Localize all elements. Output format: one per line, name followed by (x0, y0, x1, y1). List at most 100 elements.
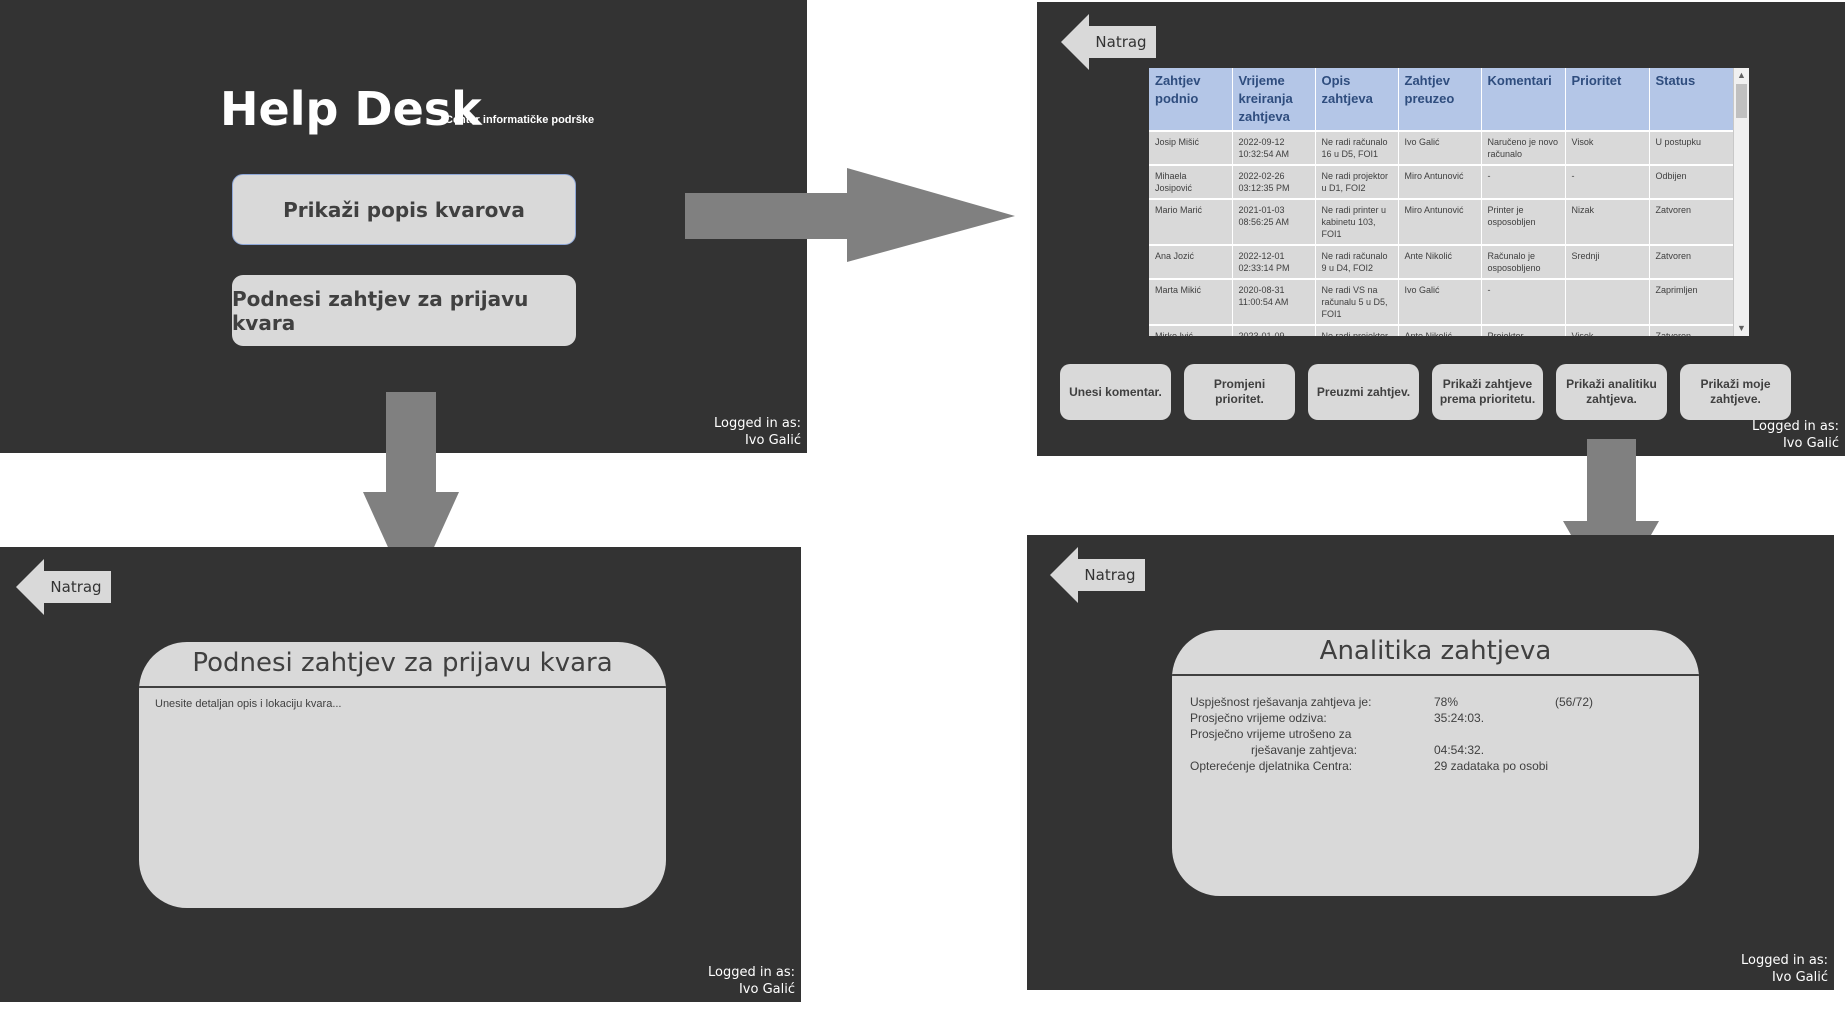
column-header[interactable]: Prioritet (1565, 68, 1650, 131)
logged-in-info: Logged in as: Ivo Galić (714, 415, 801, 449)
table-cell: Marta Mikić (1149, 278, 1233, 325)
table-cell: Ne radi računalo 16 u D5, FOI1 (1315, 130, 1399, 165)
logged-in-label: Logged in as: (1752, 419, 1839, 434)
table-cell: Josip Mišić (1149, 130, 1233, 165)
table-cell: Zatvoren (1649, 244, 1734, 279)
table-cell: Printer je osposobljen (1481, 198, 1566, 245)
title-divider (1172, 674, 1699, 676)
table-cell: Ne radi projektor u D2, FOI2 (1315, 324, 1399, 336)
form-title: Podnesi zahtjev za prijavu kvara (192, 648, 613, 678)
column-header[interactable]: Zahtjev preuzeo (1398, 68, 1482, 131)
table-cell: Ante Nikolić (1398, 324, 1482, 336)
show-my-requests-button[interactable]: Prikaži moje zahtjeve. (1680, 364, 1791, 420)
column-header[interactable]: Opis zahtjeva (1315, 68, 1399, 131)
app-subtitle: Centar informatičke podrške (445, 114, 595, 126)
table-cell: 2022-12-01 02:33:14 PM (1232, 244, 1316, 279)
table-row[interactable]: Mirko Ivić 2023-01-09 05:24:02 PM Ne rad… (1149, 324, 1734, 336)
request-form-card: Podnesi zahtjev za prijavu kvara (139, 642, 666, 908)
table-row[interactable]: Josip Mišić 2022-09-12 10:32:54 AM Ne ra… (1149, 130, 1734, 165)
stat-label: Uspješnost rješavanja zahtjeva je: (1190, 695, 1372, 709)
analytics-title: Analitika zahtjeva (1319, 636, 1552, 666)
table-row[interactable]: Mario Marić 2021-01-03 08:56:25 AM Ne ra… (1149, 198, 1734, 245)
logged-in-user: Ivo Galić (738, 982, 795, 997)
logged-in-info: Logged in as: Ivo Galić (1752, 418, 1839, 452)
stat-label: Prosječno vrijeme utrošeno za (1190, 727, 1352, 741)
show-by-priority-button[interactable]: Prikaži zahtjeve prema prioritetu. (1432, 364, 1543, 420)
logged-in-user: Ivo Galić (744, 433, 801, 448)
stat-value: 29 zadataka po osobi (1434, 759, 1549, 773)
table-cell: Ne radi VS na računalu 5 u D5, FOI1 (1315, 278, 1399, 325)
table-cell: - (1481, 278, 1566, 325)
stat-value: 78% (1434, 695, 1459, 709)
stat-label: Opterećenje djelatnika Centra: (1190, 759, 1353, 773)
fault-description-input[interactable] (155, 698, 650, 894)
table-cell: 2022-09-12 10:32:54 AM (1232, 130, 1316, 165)
stat-label: rješavanje zahtjeva: (1251, 743, 1358, 757)
table-cell: U postupku (1649, 130, 1734, 165)
scroll-down-icon[interactable]: ▼ (1734, 321, 1749, 336)
table-cell: Visok (1565, 324, 1650, 336)
table-cell: - (1481, 164, 1566, 199)
table-cell: Naručeno je novo računalo (1481, 130, 1566, 165)
table-cell: Ne radi računalo 9 u D4, FOI2 (1315, 244, 1399, 279)
title-divider (139, 686, 666, 688)
table-cell: Ne radi projektor u D1, FOI2 (1315, 164, 1399, 199)
table-cell (1565, 278, 1650, 325)
table-cell: Mirko Ivić (1149, 324, 1233, 336)
show-analytics-button[interactable]: Prikaži analitiku zahtjeva. (1556, 364, 1667, 420)
back-button-label: Natrag (1084, 566, 1136, 584)
table-header-row: Zahtjev podnio Vrijeme kreiranja zahtjev… (1149, 68, 1734, 131)
back-button-label: Natrag (50, 578, 102, 596)
fault-table: Zahtjev podnio Vrijeme kreiranja zahtjev… (1149, 68, 1749, 336)
add-comment-button[interactable]: Unesi komentar. (1060, 364, 1171, 420)
flow-arrow-right-icon (685, 168, 1015, 262)
column-header[interactable]: Zahtjev podnio (1149, 68, 1233, 131)
logged-in-user: Ivo Galić (1771, 970, 1828, 985)
table-cell: Miro Antunović (1398, 164, 1482, 199)
back-button[interactable]: Natrag (1050, 547, 1145, 603)
stat-label: Prosječno vrijeme odziva: (1190, 711, 1327, 725)
stat-value: 04:54:32. (1434, 743, 1485, 757)
table-cell: Ante Nikolić (1398, 244, 1482, 279)
back-button[interactable]: Natrag (16, 559, 111, 615)
table-cell: Nizak (1565, 198, 1650, 245)
table-cell: 2021-01-03 08:56:25 AM (1232, 198, 1316, 245)
table-cell: Miro Antunović (1398, 198, 1482, 245)
table-row[interactable]: Mihaela Josipović 2022-02-26 03:12:35 PM… (1149, 164, 1734, 199)
back-button[interactable]: Natrag (1061, 14, 1156, 70)
change-priority-button[interactable]: Promjeni prioritet. (1184, 364, 1295, 420)
back-button-label: Natrag (1095, 33, 1147, 51)
table-cell: Mihaela Josipović (1149, 164, 1233, 199)
table-cell: Ivo Galić (1398, 130, 1482, 165)
logged-in-info: Logged in as: Ivo Galić (1741, 952, 1828, 986)
take-request-button[interactable]: Preuzmi zahtjev. (1308, 364, 1419, 420)
logged-in-user: Ivo Galić (1782, 436, 1839, 451)
logged-in-label: Logged in as: (708, 965, 795, 980)
analytics-card: Analitika zahtjeva Uspješnost rješavanja… (1172, 630, 1699, 896)
table-row[interactable]: Ana Jozić 2022-12-01 02:33:14 PM Ne radi… (1149, 244, 1734, 279)
column-header[interactable]: Vrijeme kreiranja zahtjeva (1232, 68, 1316, 131)
submit-request-button[interactable]: Podnesi zahtjev za prijavu kvara (232, 275, 576, 346)
table-cell: Ana Jozić (1149, 244, 1233, 279)
table-cell: 2022-02-26 03:12:35 PM (1232, 164, 1316, 199)
logged-in-label: Logged in as: (714, 416, 801, 431)
column-header[interactable]: Komentari (1481, 68, 1566, 131)
table-row[interactable]: Marta Mikić 2020-08-31 11:00:54 AM Ne ra… (1149, 278, 1734, 325)
column-header[interactable]: Status (1649, 68, 1734, 131)
stat-ratio: (56/72) (1555, 695, 1594, 709)
app-title: Help Desk (220, 82, 482, 136)
scrollbar-thumb[interactable] (1736, 84, 1747, 118)
fault-table-grid: Zahtjev podnio Vrijeme kreiranja zahtjev… (1149, 68, 1734, 336)
table-cell: Računalo je osposobljeno (1481, 244, 1566, 279)
submit-request-screen: Natrag Podnesi zahtjev za prijavu kvara … (0, 547, 801, 1002)
table-cell: - (1565, 164, 1650, 199)
table-cell: Mario Marić (1149, 198, 1233, 245)
table-cell: Ivo Galić (1398, 278, 1482, 325)
scroll-up-icon[interactable]: ▲ (1734, 68, 1749, 83)
table-scrollbar[interactable]: ▲ ▼ (1733, 68, 1749, 336)
table-cell: 2020-08-31 11:00:54 AM (1232, 278, 1316, 325)
table-cell: Srednji (1565, 244, 1650, 279)
logged-in-info: Logged in as: Ivo Galić (708, 964, 795, 998)
show-faults-button[interactable]: Prikaži popis kvarova (232, 174, 576, 245)
table-cell: Projektor osposobljen (1481, 324, 1566, 336)
